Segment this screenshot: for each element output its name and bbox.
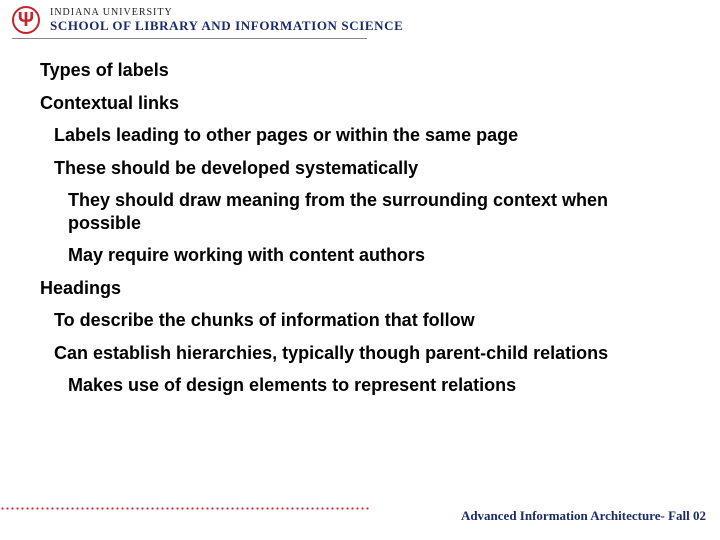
section-heading: Contextual links bbox=[40, 92, 680, 115]
footer-divider-dots bbox=[0, 506, 370, 510]
body-text: To describe the chunks of information th… bbox=[54, 309, 680, 332]
body-sub-text: They should draw meaning from the surrou… bbox=[68, 189, 680, 234]
body-sub-text: May require working with content authors bbox=[68, 244, 680, 267]
body-text: Can establish hierarchies, typically tho… bbox=[54, 342, 680, 365]
footer-text: Advanced Information Architecture- Fall … bbox=[461, 508, 706, 524]
body-text: Labels leading to other pages or within … bbox=[54, 124, 680, 147]
school-name: SCHOOL OF LIBRARY AND INFORMATION SCIENC… bbox=[50, 18, 403, 34]
section-heading: Headings bbox=[40, 277, 680, 300]
university-logo: Ψ bbox=[12, 6, 40, 34]
header-text-block: INDIANA UNIVERSITY SCHOOL OF LIBRARY AND… bbox=[50, 7, 403, 34]
slide-header: Ψ INDIANA UNIVERSITY SCHOOL OF LIBRARY A… bbox=[0, 0, 720, 34]
slide-title: Types of labels bbox=[40, 59, 680, 82]
university-name: INDIANA UNIVERSITY bbox=[50, 7, 403, 18]
body-sub-text: Makes use of design elements to represen… bbox=[68, 374, 680, 397]
body-text: These should be developed systematically bbox=[54, 157, 680, 180]
slide-content: Types of labels Contextual links Labels … bbox=[0, 39, 720, 397]
